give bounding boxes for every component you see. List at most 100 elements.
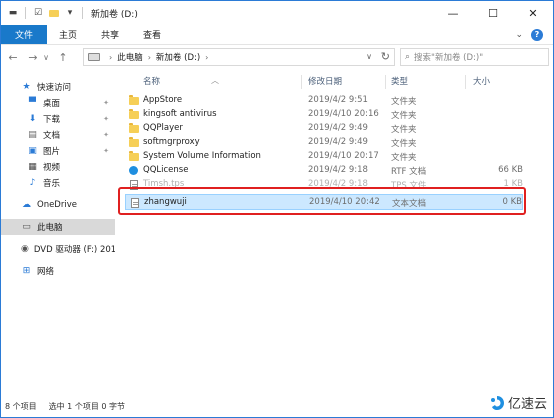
list-item[interactable]: QQPlayer 2019/4/2 9:49 文件夹 [125, 122, 523, 136]
nav-item-dvd-drive[interactable]: ◉ DVD 驱动器 (F:) 201 [1, 241, 115, 257]
document-icon: ▤ [28, 130, 37, 140]
ribbon-tabs: 文件 主页 共享 查看 ⌄ ? [1, 25, 553, 45]
nav-item-videos[interactable]: ▦ 视频 [1, 159, 115, 175]
file-type: 文件夹 [391, 153, 417, 163]
forward-arrow-icon[interactable]: → [25, 49, 41, 65]
list-item[interactable]: softmgrproxy 2019/4/2 9:49 文件夹 [125, 136, 523, 150]
nav-item-pictures[interactable]: ▣ 图片 ✦ [1, 143, 115, 159]
video-icon: ▦ [28, 162, 37, 172]
breadcrumb-separator[interactable]: › [148, 53, 151, 62]
breadcrumb-this-pc[interactable]: 此电脑 [117, 51, 143, 63]
refresh-icon[interactable]: ↻ [381, 50, 390, 63]
navigation-pane: ★ 快速访问 ▀ 桌面 ✦ ⬇ 下载 ✦ ▤ 文档 ✦ ▣ 图片 ✦ ▦ 视频 … [1, 71, 115, 391]
list-item[interactable]: AppStore 2019/4/2 9:51 文件夹 [125, 94, 523, 108]
file-name: AppStore [143, 95, 183, 105]
column-name[interactable]: 名称 [143, 75, 160, 87]
list-item[interactable]: kingsoft antivirus 2019/4/10 20:16 文件夹 [125, 108, 523, 122]
column-divider[interactable] [465, 75, 466, 89]
pin-icon[interactable]: ✦ [103, 147, 109, 155]
nav-item-this-pc[interactable]: ▭ 此电脑 [1, 219, 115, 235]
watermark-logo-icon [490, 395, 504, 410]
cloud-icon: ☁ [22, 200, 31, 210]
search-input[interactable]: 搜索"新加卷 (D:)" [414, 51, 483, 63]
file-date: 2019/4/2 9:49 [308, 123, 368, 133]
quick-access-toolbar: ▬ ☑ ▾ [1, 1, 85, 25]
nav-item-label: 视频 [43, 163, 61, 173]
file-date: 2019/4/2 9:49 [308, 137, 368, 147]
qq-icon [129, 166, 138, 175]
nav-item-quick-access[interactable]: ★ 快速访问 [1, 79, 115, 95]
drive-icon [88, 53, 100, 61]
music-icon: ♪ [29, 178, 36, 188]
expand-ribbon-icon[interactable]: ⌄ [515, 30, 523, 40]
back-arrow-icon[interactable]: ← [5, 49, 21, 65]
customize-toolbar-icon[interactable]: ▾ [64, 7, 76, 19]
column-divider[interactable] [301, 75, 302, 89]
folder-icon [129, 109, 139, 119]
nav-item-documents[interactable]: ▤ 文档 ✦ [1, 127, 115, 143]
search-box[interactable]: ⌕ 搜索"新加卷 (D:)" [400, 48, 549, 66]
file-date: 2019/4/10 20:16 [308, 109, 379, 119]
tab-file[interactable]: 文件 [1, 25, 48, 44]
address-bar[interactable]: › 此电脑 › 新加卷 (D:) › ∨ ↻ [83, 48, 395, 66]
breadcrumb-separator[interactable]: › [205, 53, 208, 62]
nav-item-onedrive[interactable]: ☁ OneDrive [1, 197, 115, 213]
help-icon[interactable]: ? [531, 28, 543, 41]
folder-icon [129, 137, 139, 147]
dvd-icon: ◉ [21, 244, 29, 254]
toolbar-divider [25, 7, 26, 19]
properties-icon[interactable]: ☑ [32, 7, 44, 19]
close-button[interactable]: ✕ [513, 1, 553, 25]
nav-item-label: 音乐 [43, 179, 61, 189]
breadcrumb-drive[interactable]: 新加卷 (D:) [156, 51, 200, 63]
column-size[interactable]: 大小 [473, 75, 490, 87]
pin-icon[interactable]: ✦ [103, 99, 109, 107]
nav-item-music[interactable]: ♪ 音乐 [1, 175, 115, 191]
list-item[interactable]: System Volume Information 2019/4/10 20:1… [125, 150, 523, 164]
new-folder-icon[interactable] [48, 7, 60, 19]
window-controls: — ☐ ✕ [433, 1, 553, 25]
address-row: ← → ∨ ↑ › 此电脑 › 新加卷 (D:) › ∨ ↻ ⌕ 搜索"新加卷 … [1, 45, 553, 69]
pin-icon[interactable]: ✦ [103, 131, 109, 139]
sort-ascending-icon: ︿ [211, 76, 219, 85]
column-header: ︿ 名称 修改日期 类型 大小 [125, 71, 545, 89]
item-count: 8 个项目 [5, 401, 37, 411]
tab-view[interactable]: 查看 [131, 25, 173, 44]
file-size: 66 KB [498, 165, 523, 175]
computer-icon: ▭ [22, 222, 31, 232]
breadcrumb-separator[interactable]: › [109, 53, 112, 62]
address-dropdown-icon[interactable]: ∨ [366, 52, 372, 61]
maximize-button[interactable]: ☐ [473, 1, 513, 25]
minimize-button[interactable]: — [433, 1, 473, 25]
search-icon: ⌕ [405, 52, 411, 62]
pin-icon[interactable]: ✦ [103, 115, 109, 123]
file-type: 文件夹 [391, 111, 417, 121]
nav-item-label: 下载 [43, 115, 61, 125]
column-divider[interactable] [385, 75, 386, 89]
nav-item-label: OneDrive [37, 200, 77, 210]
highlight-box [118, 187, 526, 215]
download-icon: ⬇ [28, 114, 37, 124]
tab-home[interactable]: 主页 [47, 25, 89, 44]
nav-item-desktop[interactable]: ▀ 桌面 ✦ [1, 95, 115, 111]
nav-item-network[interactable]: ⊞ 网络 [1, 263, 115, 279]
nav-item-label: 图片 [43, 147, 61, 157]
selection-info: 选中 1 个项目 0 字节 [48, 401, 125, 411]
folder-icon [129, 95, 139, 105]
up-arrow-icon[interactable]: ↑ [55, 49, 71, 65]
list-item[interactable]: QQLicense 2019/4/2 9:18 RTF 文档 66 KB [125, 164, 523, 178]
title-bar: ▬ ☑ ▾ 新加卷 (D:) — ☐ ✕ [1, 1, 553, 25]
network-icon: ⊞ [22, 266, 31, 276]
nav-item-downloads[interactable]: ⬇ 下载 ✦ [1, 111, 115, 127]
file-date: 2019/4/10 20:17 [308, 151, 379, 161]
file-type: RTF 文档 [391, 167, 427, 177]
recent-locations-icon[interactable]: ∨ [41, 49, 51, 65]
nav-item-label: 快速访问 [37, 83, 72, 93]
file-type: 文件夹 [391, 139, 417, 149]
folder-icon [129, 123, 139, 133]
nav-item-label: 此电脑 [37, 223, 63, 233]
column-type[interactable]: 类型 [391, 75, 408, 87]
tab-share[interactable]: 共享 [89, 25, 131, 44]
column-date[interactable]: 修改日期 [308, 75, 342, 87]
window-title: 新加卷 (D:) [91, 9, 138, 20]
